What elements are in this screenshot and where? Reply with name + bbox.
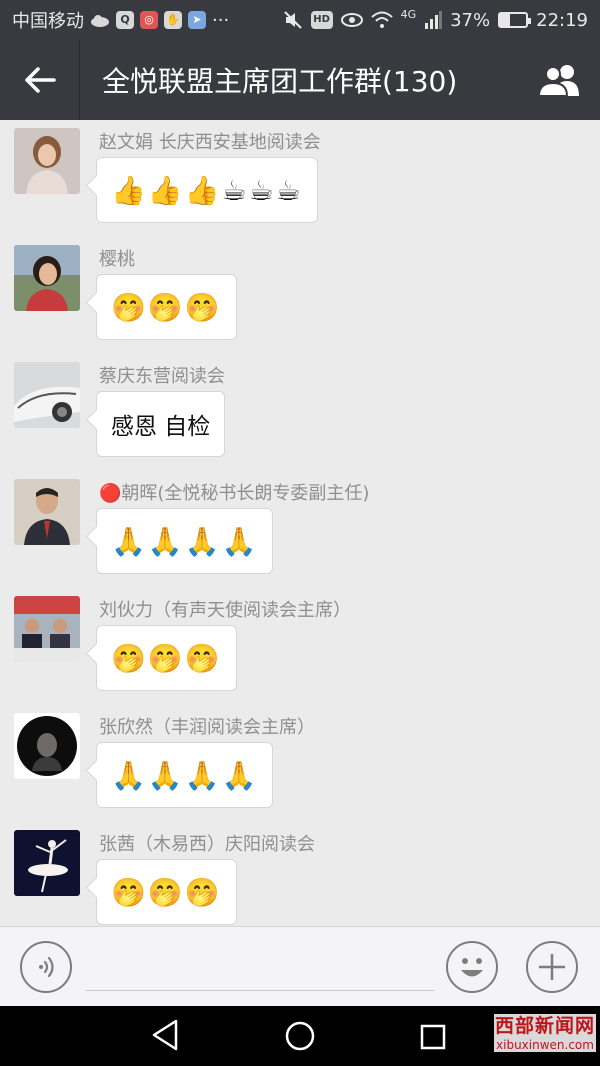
message-content: 🙏🙏🙏🙏 bbox=[111, 524, 259, 558]
eye-icon bbox=[340, 13, 363, 27]
status-bar: 中国移动 Q ◎ ✋ ➤ ··· HD 4G 37% 22:19 bbox=[0, 0, 600, 40]
message-content: 🤭🤭🤭 bbox=[111, 290, 222, 324]
more-button[interactable] bbox=[526, 941, 578, 993]
watermark-title: 西部新闻网 bbox=[494, 1014, 596, 1038]
hd-icon: HD bbox=[310, 11, 333, 29]
chat-header: 全悦联盟主席团工作群(130) bbox=[0, 40, 600, 120]
avatar[interactable] bbox=[14, 713, 80, 779]
q-app-icon: Q bbox=[116, 11, 134, 29]
watermark: 西部新闻网 xibuxinwen.com bbox=[494, 1014, 596, 1052]
message-bubble[interactable]: 🤭🤭🤭 bbox=[96, 625, 237, 691]
avatar[interactable] bbox=[14, 362, 80, 428]
mute-icon bbox=[283, 11, 302, 29]
sender-name: 赵文娟 长庆西安基地阅读会 bbox=[99, 132, 321, 153]
emoji-button[interactable] bbox=[446, 941, 498, 993]
avatar[interactable] bbox=[14, 596, 80, 662]
message-content: 👍👍👍☕☕☕ bbox=[111, 173, 303, 207]
sender-name: 蔡庆东营阅读会 bbox=[99, 366, 225, 387]
message-bubble[interactable]: 🙏🙏🙏🙏 bbox=[96, 742, 274, 808]
group-members-icon bbox=[537, 65, 579, 97]
sender-name: 🔴朝晖(全悦秘书长朗专委副主任) bbox=[99, 483, 370, 504]
message-bubble[interactable]: 🤭🤭🤭 bbox=[96, 274, 237, 340]
sender-name: 张欣然（丰润阅读会主席） bbox=[99, 717, 315, 738]
group-info-button[interactable] bbox=[520, 40, 600, 120]
back-button[interactable] bbox=[0, 40, 80, 120]
square-recent-icon bbox=[420, 1024, 446, 1050]
avatar[interactable] bbox=[14, 128, 80, 194]
sender-name: 樱桃 bbox=[99, 249, 135, 270]
battery-icon bbox=[498, 12, 532, 28]
voice-icon bbox=[39, 956, 54, 978]
signal-icon bbox=[425, 11, 443, 29]
smiley-icon bbox=[461, 958, 483, 977]
nav-back-button[interactable] bbox=[150, 1018, 180, 1056]
nav-home-button[interactable] bbox=[284, 1020, 316, 1056]
message-input[interactable] bbox=[86, 943, 434, 991]
message-bubble[interactable]: 👍👍👍☕☕☕ bbox=[96, 157, 318, 223]
carrier-label: 中国移动 bbox=[12, 11, 84, 32]
arrow-left-icon bbox=[24, 67, 56, 93]
hand-app-icon: ✋ bbox=[164, 11, 182, 29]
message-content: 🙏🙏🙏🙏 bbox=[111, 758, 259, 792]
sender-name: 刘伙力（有声天使阅读会主席） bbox=[99, 600, 351, 621]
avatar[interactable] bbox=[14, 245, 80, 311]
app-notification-icon: ◎ bbox=[140, 11, 158, 29]
message-content: 🤭🤭🤭 bbox=[111, 641, 222, 675]
plus-icon bbox=[539, 954, 565, 980]
watermark-url: xibuxinwen.com bbox=[494, 1038, 596, 1052]
voice-button[interactable] bbox=[20, 941, 72, 993]
input-bar bbox=[0, 926, 600, 1006]
message-list[interactable]: 赵文娟 长庆西安基地阅读会 👍👍👍☕☕☕ 樱桃 🤭🤭🤭 蔡庆东营阅读会 感恩 自… bbox=[0, 120, 600, 926]
avatar[interactable] bbox=[14, 830, 80, 896]
network-type: 4G bbox=[400, 7, 417, 21]
nav-recent-button[interactable] bbox=[420, 1024, 446, 1054]
circle-home-icon bbox=[285, 1021, 315, 1051]
triangle-back-icon bbox=[152, 1019, 178, 1051]
message-content: 🤭🤭🤭 bbox=[111, 875, 222, 909]
message-bubble[interactable]: 感恩 自检 bbox=[96, 391, 226, 457]
battery-level bbox=[500, 14, 510, 26]
more-notifications-icon: ··· bbox=[212, 9, 230, 31]
avatar[interactable] bbox=[14, 479, 80, 545]
battery-percent: 37% bbox=[450, 9, 491, 31]
wifi-icon bbox=[370, 11, 393, 28]
send-app-icon: ➤ bbox=[188, 11, 206, 29]
message-bubble[interactable]: 🙏🙏🙏🙏 bbox=[96, 508, 274, 574]
cloud-icon bbox=[91, 15, 109, 27]
message-bubble[interactable]: 🤭🤭🤭 bbox=[96, 859, 237, 925]
clock: 22:19 bbox=[536, 9, 588, 31]
sender-name: 张茜（木易西）庆阳阅读会 bbox=[99, 834, 315, 855]
chat-title: 全悦联盟主席团工作群(130) bbox=[102, 65, 458, 98]
message-content: 感恩 自检 bbox=[111, 414, 211, 440]
